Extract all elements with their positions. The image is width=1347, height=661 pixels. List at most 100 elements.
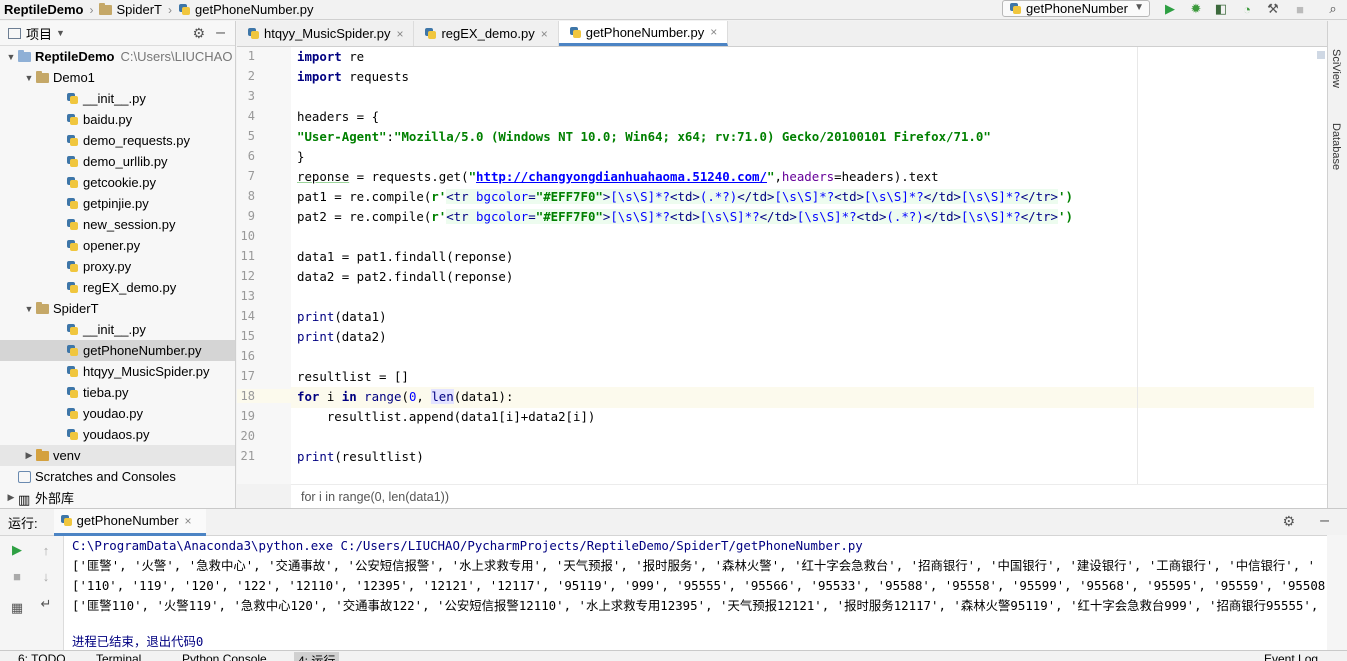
status-bar: 6: TODO Terminal Python Console 4: 运行 Ev… [0,650,1347,661]
close-icon[interactable]: × [396,27,403,41]
tree-item-label: SpiderT [53,301,99,316]
event-log-tool-button[interactable]: Event Log [1264,652,1318,661]
tab-htqyy-music-spider[interactable]: htqyy_MusicSpider.py × [237,21,415,46]
minimize-icon[interactable]: – [1320,512,1329,530]
run-tool-button[interactable]: 4: 运行 [294,652,340,661]
run-configuration-select[interactable]: getPhoneNumber ▼ [1002,0,1150,17]
nav-crumb-project[interactable]: ReptileDemo [0,2,87,17]
close-icon[interactable]: × [710,25,717,39]
tree-item-file[interactable]: htqyy_MusicSpider.py [0,361,235,382]
run-icon[interactable]: ▶ [1160,0,1180,18]
run-console[interactable]: C:\ProgramData\Anaconda3\python.exe C:/U… [64,536,1327,651]
tree-item-label: baidu.py [83,112,133,127]
code-line-15: print(data2) [297,329,387,344]
python-file-icon [569,26,582,39]
arrow-down-icon[interactable]: ↓ [36,566,56,586]
terminal-label: Terminal [96,652,142,661]
editor-scrollbar[interactable] [1314,47,1327,484]
chevron-down-icon[interactable]: ▼ [22,73,36,83]
tree-item-file[interactable]: new_session.py [0,214,235,235]
run-panel-title: 运行: [8,515,38,531]
tree-item-demo1[interactable]: ▼ Demo1 [0,67,235,88]
tree-item-file[interactable]: tieba.py [0,382,235,403]
tree-item-venv[interactable]: ▶ venv [0,445,235,466]
stop-icon[interactable]: ■ [7,566,27,586]
coverage-icon[interactable]: ◧ [1211,0,1231,18]
todo-tool-button[interactable]: 6: TODO [18,652,66,661]
project-tool-window: 项目 ▼ ⚙ – ▼ ReptileDemo C:\Users\LIUCHAO … [0,21,236,508]
nav-crumb-file[interactable]: getPhoneNumber.py [174,2,318,17]
code-line-21: print(resultlist) [297,449,424,464]
url-link[interactable]: http://changyongdianhuahaoma.51240.com/ [476,169,767,184]
tree-item-file[interactable]: __init__.py [0,88,235,109]
chevron-down-icon: ▼ [1134,2,1144,13]
chevron-right-icon[interactable]: ▶ [4,492,18,503]
layout-icon[interactable]: ▦ [7,598,27,618]
profile-icon[interactable]: ◔ [1237,0,1257,18]
line-number: 9 [247,209,255,223]
tree-item-file[interactable]: youdaos.py [0,424,235,445]
tree-item-label: opener.py [83,238,141,253]
close-icon[interactable]: × [541,27,548,41]
pycharm-window: ReptileDemo › SpiderT › getPhoneNumber.p… [0,0,1347,661]
tree-item-file[interactable]: youdao.py [0,403,235,424]
tree-item-label: venv [53,448,81,463]
nav-crumb-folder[interactable]: SpiderT [95,2,166,17]
code-line-11: data1 = pat1.findall(reponse) [297,249,514,264]
arrow-up-icon[interactable]: ↑ [36,540,56,560]
tree-item-file[interactable]: demo_urllib.py [0,151,235,172]
chevron-down-icon[interactable]: ▼ [56,28,65,38]
chevron-down-icon[interactable]: ▼ [4,52,18,62]
line-number-current: 18 [237,389,291,403]
stop-icon[interactable]: ■ [1290,0,1310,18]
gear-icon[interactable]: ⚙ [192,25,205,42]
tab-sciview[interactable]: SciView [1330,49,1342,88]
navigation-bar: ReptileDemo › SpiderT › getPhoneNumber.p… [0,0,1347,20]
tree-item-file[interactable]: regEX_demo.py [0,277,235,298]
minimize-icon[interactable]: – [216,24,225,42]
tree-item-file[interactable]: demo_requests.py [0,130,235,151]
rerun-icon[interactable]: ▶ [7,540,27,560]
code-line-12: data2 = pat2.findall(reponse) [297,269,514,284]
tree-item-external[interactable]: ▶ ▥ 外部库 [0,487,235,508]
chevron-right-icon[interactable]: ▶ [22,450,36,461]
project-panel-title[interactable]: 项目 [26,24,52,43]
tree-item-file[interactable]: getcookie.py [0,172,235,193]
tree-item-file[interactable]: opener.py [0,235,235,256]
line-number: 14 [240,309,255,323]
console-exit-line: 进程已结束，退出代码0 [72,634,204,649]
tree-item-file[interactable]: __init__.py [0,319,235,340]
gear-icon[interactable]: ⚙ [1282,513,1295,530]
soft-wrap-icon[interactable]: ↵ [36,594,56,614]
code-line-14: print(data1) [297,309,387,324]
python-console-tool-button[interactable]: Python Console [182,652,267,661]
folder-icon [18,49,31,62]
debug-icon[interactable]: ✹ [1186,0,1206,18]
right-tool-strip: SciView Database [1327,21,1347,508]
close-icon[interactable]: × [185,514,192,528]
line-number: 13 [240,289,255,303]
build-icon[interactable]: ⚒ [1263,0,1283,18]
run-panel-header: 运行: getPhoneNumber × ⚙ – [0,508,1347,536]
terminal-tool-button[interactable]: Terminal [96,652,141,661]
python-file-icon [66,260,79,273]
tree-item-root[interactable]: ▼ ReptileDemo C:\Users\LIUCHAO [0,46,235,67]
tree-item-scratches[interactable]: Scratches and Consoles [0,466,235,487]
tree-item-file-selected[interactable]: getPhoneNumber.py [0,340,235,361]
search-icon[interactable]: ⌕ [1323,0,1343,18]
tree-item-spidert[interactable]: ▼ SpiderT [0,298,235,319]
tree-item-file[interactable]: proxy.py [0,256,235,277]
editor-breadcrumb[interactable]: for i in range(0, len(data1)) [291,484,1327,508]
tree-item-file[interactable]: baidu.py [0,109,235,130]
run-configuration-label: getPhoneNumber [1026,1,1128,16]
tab-regex-demo[interactable]: regEX_demo.py × [414,21,559,46]
code-editor[interactable]: import re import requests headers = { "U… [291,47,1327,484]
tree-item-file[interactable]: getpinjie.py [0,193,235,214]
chevron-down-icon[interactable]: ▼ [22,304,36,314]
tab-database[interactable]: Database [1330,123,1342,170]
run-tab-get-phone-number[interactable]: getPhoneNumber × [53,508,206,536]
console-scrollbar[interactable] [1327,535,1347,650]
tab-get-phone-number[interactable]: getPhoneNumber.py × [558,21,729,46]
line-number: 12 [240,269,255,283]
code-line-6: } [297,149,305,164]
